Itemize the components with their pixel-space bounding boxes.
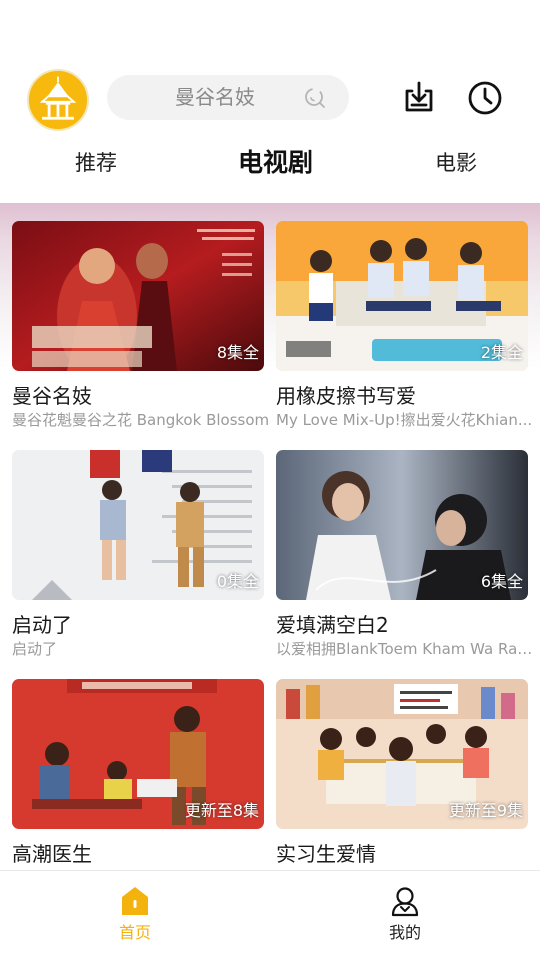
nav-label-home: 首页 <box>118 923 151 942</box>
download-icon[interactable] <box>401 79 437 115</box>
nav-item-mine[interactable]: 我的 <box>365 885 445 943</box>
episode-badge: 更新至8集 <box>184 801 259 820</box>
search-icon[interactable] <box>303 86 327 110</box>
poster-image[interactable]: 更新至8集 <box>12 679 264 829</box>
app-screen: 曼谷名妓 推荐 电视剧 电影 8集全 曼谷名妓 曼谷花魁曼谷之花 Bangkok… <box>0 0 540 960</box>
temple-logo-icon <box>29 71 87 129</box>
drama-title[interactable]: 启动了 <box>12 612 266 638</box>
drama-title[interactable]: 实习生爱情 <box>276 841 530 867</box>
drama-title[interactable]: 高潮医生 <box>12 841 266 867</box>
episode-badge: 0集全 <box>216 572 259 591</box>
content-grid: 8集全 曼谷名妓 曼谷花魁曼谷之花 Bangkok Blossom 2集全 用橡… <box>0 203 540 870</box>
drama-card[interactable]: 0集全 启动了 启动了 <box>12 450 266 659</box>
poster-image[interactable]: 2集全 <box>276 221 528 371</box>
drama-card[interactable]: 更新至9集 实习生爱情 <box>276 679 530 870</box>
episode-badge: 更新至9集 <box>448 801 523 820</box>
user-profile-icon <box>391 887 419 917</box>
history-clock-icon[interactable] <box>467 80 503 116</box>
drama-title[interactable]: 曼谷名妓 <box>12 383 266 409</box>
drama-title[interactable]: 用橡皮擦书写爱 <box>276 383 530 409</box>
drama-card[interactable]: 6集全 爱填满空白2 以爱相拥BlankToem Kham Wa Rak... <box>276 450 534 659</box>
nav-item-home[interactable]: 首页 <box>95 885 175 943</box>
home-icon <box>122 887 148 915</box>
poster-image[interactable]: 更新至9集 <box>276 679 528 829</box>
search-bar[interactable]: 曼谷名妓 <box>107 75 349 120</box>
poster-image[interactable]: 8集全 <box>12 221 264 371</box>
search-input-text[interactable]: 曼谷名妓 <box>175 75 255 120</box>
episode-badge: 6集全 <box>480 572 523 591</box>
drama-card[interactable]: 8集全 曼谷名妓 曼谷花魁曼谷之花 Bangkok Blossom <box>12 221 269 430</box>
bottom-nav-bar: 首页 我的 <box>0 870 540 960</box>
drama-subtitle: 曼谷花魁曼谷之花 Bangkok Blossom <box>12 411 270 429</box>
tab-recommend[interactable]: 推荐 <box>75 140 117 186</box>
nav-label-mine: 我的 <box>388 923 421 942</box>
poster-image[interactable]: 0集全 <box>12 450 264 600</box>
drama-title[interactable]: 爱填满空白2 <box>276 612 530 638</box>
episode-badge: 2集全 <box>480 343 523 362</box>
drama-subtitle: 以爱相拥BlankToem Kham Wa Rak... <box>276 640 534 658</box>
drama-subtitle: 启动了 <box>12 640 58 658</box>
drama-card[interactable]: 2集全 用橡皮擦书写爱 My Love Mix-Up!擦出爱火花Khian... <box>276 221 532 430</box>
drama-card[interactable]: 更新至8集 高潮医生 <box>12 679 266 870</box>
poster-image[interactable]: 6集全 <box>276 450 528 600</box>
tab-tv-series[interactable]: 电视剧 <box>238 140 313 186</box>
tab-movie[interactable]: 电影 <box>435 140 477 186</box>
episode-badge: 8集全 <box>216 343 259 362</box>
app-logo[interactable] <box>27 69 89 131</box>
drama-subtitle: My Love Mix-Up!擦出爱火花Khian... <box>276 411 533 429</box>
